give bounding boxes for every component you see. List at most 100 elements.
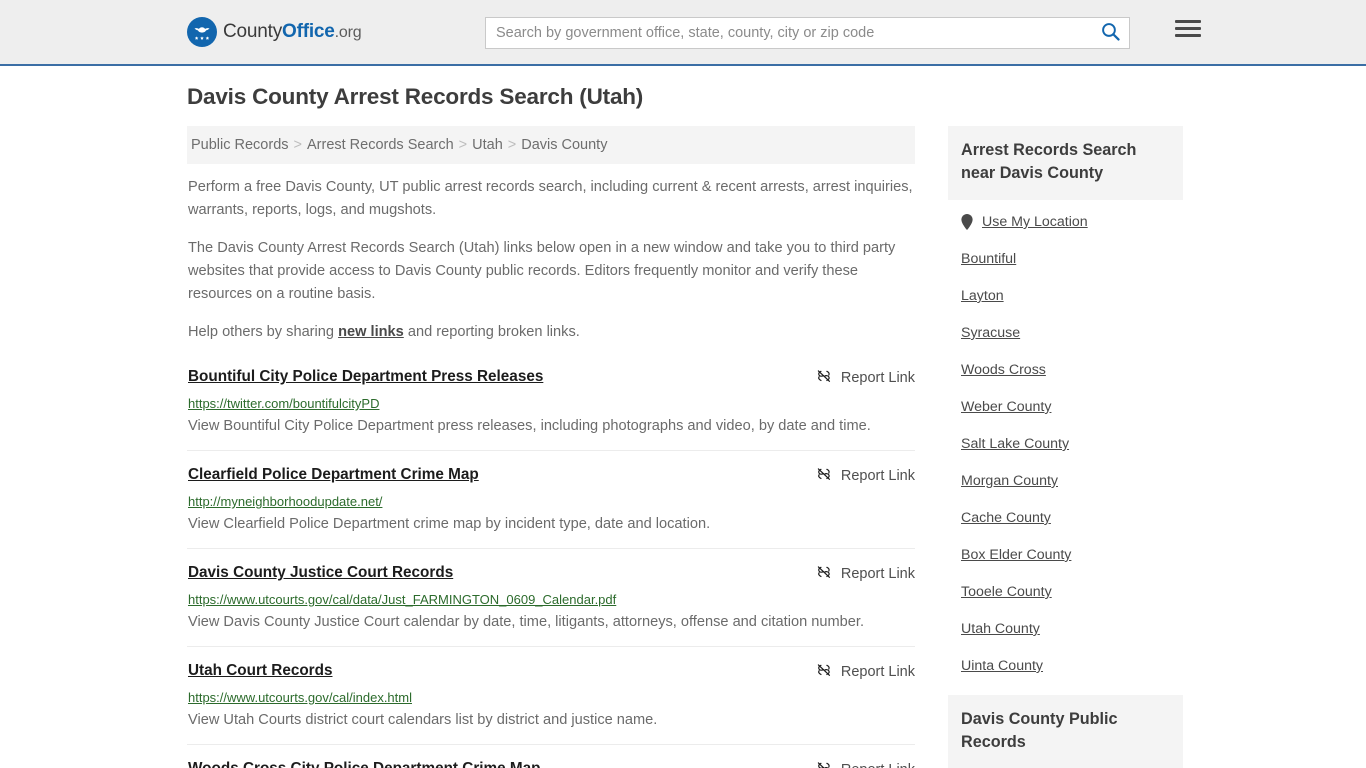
- sidebar-item-uinta-county[interactable]: Uinta County: [961, 658, 1183, 674]
- breadcrumb: Public Records > Arrest Records Search > Uta…: [187, 126, 915, 164]
- main-column: Public Records > Arrest Records Search > Uta…: [187, 126, 915, 768]
- page-container: Davis County Arrest Records Search (Utah…: [183, 66, 1183, 768]
- intro-text: Perform a free Davis County, UT public a…: [187, 176, 915, 344]
- resource-url[interactable]: https://www.utcourts.gov/cal/data/Just_F…: [188, 592, 915, 607]
- link-header: Davis County Justice Court Records Repor…: [188, 563, 915, 584]
- list-item: Bountiful City Police Department Press R…: [187, 359, 915, 450]
- sidebar-link[interactable]: Woods Cross: [961, 362, 1046, 378]
- broken-link-icon: [816, 760, 832, 768]
- search-bar[interactable]: [485, 17, 1130, 49]
- sidebar-item-syracuse[interactable]: Syracuse: [961, 325, 1183, 341]
- resource-link-title[interactable]: Utah Court Records: [188, 661, 332, 680]
- resource-url[interactable]: https://www.utcourts.gov/cal/index.html: [188, 690, 915, 705]
- logo-text-part1: County: [223, 21, 283, 42]
- sidebar-item-weber-county[interactable]: Weber County: [961, 399, 1183, 415]
- report-link-label: Report Link: [840, 468, 915, 484]
- sidebar: Arrest Records Search near Davis County …: [948, 126, 1183, 768]
- sidebar-link[interactable]: Uinta County: [961, 658, 1043, 674]
- search-icon: [1101, 22, 1120, 44]
- sidebar-public-records-title: Davis County Public Records: [948, 695, 1183, 768]
- sidebar-link[interactable]: Morgan County: [961, 473, 1058, 489]
- sidebar-item-utah-county[interactable]: Utah County: [961, 621, 1183, 637]
- intro-paragraph-2: The Davis County Arrest Records Search (…: [188, 240, 896, 302]
- list-item: Woods Cross City Police Department Crime…: [187, 744, 915, 768]
- resource-link-title[interactable]: Davis County Justice Court Records: [188, 563, 453, 582]
- sidebar-item-use-my-location[interactable]: Use My Location: [961, 214, 1183, 230]
- sidebar-link[interactable]: Utah County: [961, 621, 1040, 637]
- report-link-label: Report Link: [840, 370, 915, 386]
- report-link-button[interactable]: Report Link: [816, 662, 915, 682]
- content-columns: Public Records > Arrest Records Search > Uta…: [183, 126, 1183, 768]
- hamburger-menu-button[interactable]: [1175, 20, 1201, 37]
- hamburger-bar-1: [1175, 20, 1201, 23]
- breadcrumb-separator-1: >: [293, 137, 302, 153]
- new-links-link[interactable]: new links: [338, 324, 404, 340]
- map-pin-icon: [961, 214, 973, 230]
- intro-p3-after: and reporting broken links.: [403, 324, 580, 340]
- breadcrumb-separator-2: >: [458, 137, 468, 153]
- search-input[interactable]: [486, 18, 1091, 48]
- list-item: Davis County Justice Court Records Repor…: [187, 548, 915, 646]
- sidebar-link[interactable]: Bountiful: [961, 251, 1016, 267]
- sidebar-item-woods-cross[interactable]: Woods Cross: [961, 362, 1183, 378]
- report-link-button[interactable]: Report Link: [816, 466, 915, 486]
- broken-link-icon: [816, 564, 832, 584]
- site-logo-text: CountyOffice.org: [223, 21, 362, 43]
- sidebar-near-list: Use My Location Bountiful Layton Syracus…: [948, 200, 1183, 674]
- sidebar-link[interactable]: Syracuse: [961, 325, 1020, 341]
- breadcrumb-item-davis-county: Davis County: [521, 137, 608, 153]
- report-link-button[interactable]: Report Link: [816, 564, 915, 584]
- resource-link-title[interactable]: Bountiful City Police Department Press R…: [188, 367, 543, 386]
- resource-url[interactable]: http://myneighborhoodupdate.net/: [188, 494, 915, 509]
- logo-text-part3: .org: [334, 24, 362, 41]
- sidebar-link[interactable]: Weber County: [961, 399, 1051, 415]
- resource-link-title[interactable]: Clearfield Police Department Crime Map: [188, 465, 479, 484]
- report-link-label: Report Link: [840, 664, 915, 680]
- link-header: Bountiful City Police Department Press R…: [188, 367, 915, 388]
- sidebar-item-morgan-county[interactable]: Morgan County: [961, 473, 1183, 489]
- intro-paragraph-1: Perform a free Davis County, UT public a…: [188, 179, 913, 218]
- breadcrumb-item-utah[interactable]: Utah: [472, 137, 503, 153]
- sidebar-link[interactable]: Box Elder County: [961, 547, 1071, 563]
- resource-link-list: Bountiful City Police Department Press R…: [187, 359, 915, 768]
- page-title: Davis County Arrest Records Search (Utah…: [187, 84, 644, 109]
- sidebar-item-bountiful[interactable]: Bountiful: [961, 251, 1183, 267]
- sidebar-item-tooele-county[interactable]: Tooele County: [961, 584, 1183, 600]
- sidebar-link[interactable]: Cache County: [961, 510, 1051, 526]
- link-header: Woods Cross City Police Department Crime…: [188, 759, 915, 768]
- resource-description: View Clearfield Police Department crime …: [188, 516, 711, 532]
- sidebar-near-title: Arrest Records Search near Davis County: [948, 126, 1183, 200]
- report-link-button[interactable]: Report Link: [816, 368, 915, 388]
- sidebar-item-salt-lake-county[interactable]: Salt Lake County: [961, 436, 1183, 452]
- broken-link-icon: [816, 466, 832, 486]
- sidebar-link[interactable]: Salt Lake County: [961, 436, 1069, 452]
- breadcrumb-item-arrest-records-search[interactable]: Arrest Records Search: [307, 137, 454, 153]
- resource-link-title[interactable]: Woods Cross City Police Department Crime…: [188, 759, 540, 768]
- report-link-label: Report Link: [840, 566, 915, 582]
- intro-p3-before: Help others by sharing: [188, 324, 339, 340]
- resource-description: View Utah Courts district court calendar…: [188, 712, 658, 728]
- search-button[interactable]: [1091, 18, 1129, 48]
- link-header: Clearfield Police Department Crime Map R…: [188, 465, 915, 486]
- sidebar-link[interactable]: Tooele County: [961, 584, 1052, 600]
- broken-link-icon: [816, 662, 832, 682]
- countyoffice-eagle-logo-icon: [187, 17, 217, 47]
- sidebar-link[interactable]: Layton: [961, 288, 1004, 304]
- site-header: CountyOffice.org: [0, 0, 1366, 66]
- site-logo[interactable]: CountyOffice.org: [187, 17, 362, 47]
- use-my-location-link[interactable]: Use My Location: [982, 214, 1088, 230]
- sidebar-item-box-elder-county[interactable]: Box Elder County: [961, 547, 1183, 563]
- resource-description: View Bountiful City Police Department pr…: [188, 418, 871, 434]
- sidebar-item-cache-county[interactable]: Cache County: [961, 510, 1183, 526]
- report-link-button[interactable]: Report Link: [816, 760, 915, 768]
- breadcrumb-item-public-records[interactable]: Public Records: [191, 137, 289, 153]
- report-link-label: Report Link: [841, 762, 915, 768]
- link-header: Utah Court Records Report Link: [188, 661, 915, 682]
- header-inner: CountyOffice.org: [183, 0, 1201, 64]
- sidebar-item-layton[interactable]: Layton: [961, 288, 1183, 304]
- resource-url[interactable]: https://twitter.com/bountifulcityPD: [188, 396, 915, 411]
- hamburger-bar-3: [1175, 34, 1201, 37]
- hamburger-bar-2: [1175, 27, 1201, 30]
- logo-text-part2: Office: [282, 21, 335, 42]
- resource-description: View Davis County Justice Court calendar…: [188, 614, 864, 630]
